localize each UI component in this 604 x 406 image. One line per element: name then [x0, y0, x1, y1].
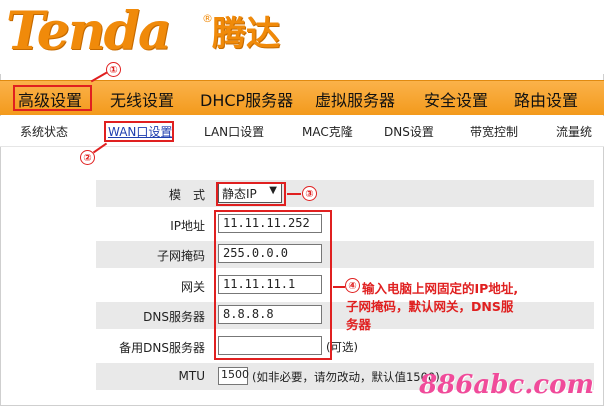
- marker-3: ③: [302, 186, 317, 201]
- row-mask: 子网掩码 255.0.0.0: [96, 241, 594, 268]
- menu-virtual-server[interactable]: 虚拟服务器: [315, 87, 395, 111]
- tab-system-status[interactable]: 系统状态: [20, 123, 68, 140]
- row-mode: 模 式 静态IP ▼: [96, 180, 594, 207]
- tab-bandwidth-control[interactable]: 带宽控制: [470, 123, 518, 140]
- row-dns2: 备用DNS服务器 (可选): [96, 333, 594, 360]
- gateway-label: 网关: [180, 280, 205, 294]
- mask-label: 子网掩码: [156, 249, 205, 263]
- tenda-logo: Tenda: [6, 1, 172, 62]
- tab-dns-settings[interactable]: DNS设置: [384, 123, 434, 140]
- menu-wireless[interactable]: 无线设置: [110, 87, 174, 111]
- marker-1: ①: [106, 62, 121, 77]
- mtu-field[interactable]: 1500: [218, 367, 249, 385]
- mtu-note: (如非必要，请勿改动，默认值1500): [252, 370, 440, 384]
- row-dns: DNS服务器 8.8.8.8: [96, 302, 594, 329]
- menu-security[interactable]: 安全设置: [424, 87, 488, 111]
- tab-traffic-stats[interactable]: 流量统: [556, 123, 592, 140]
- note4-line1: 输入电脑上网固定的IP地址,: [362, 281, 519, 296]
- ip-label: IP地址: [170, 219, 205, 233]
- watermark: 886abc.com: [419, 370, 594, 400]
- header: Tenda ® 腾达: [0, 0, 604, 74]
- note4-line2: 子网掩码，默认网关，DNS服: [346, 299, 514, 314]
- highlight-box-wan: [104, 121, 174, 142]
- dns-label: DNS服务器: [143, 310, 205, 324]
- note4-line3: 务器: [346, 317, 372, 332]
- marker-4: ④: [345, 278, 360, 293]
- tenda-cn-logo: 腾达: [212, 14, 280, 54]
- arrow-4: [333, 286, 345, 288]
- highlight-box-ip-fields: [214, 210, 332, 360]
- highlight-box-mode: [216, 182, 286, 206]
- menu-dhcp[interactable]: DHCP服务器: [200, 87, 293, 111]
- tab-lan-settings[interactable]: LAN口设置: [204, 123, 264, 140]
- tab-mac-clone[interactable]: MAC克隆: [302, 123, 353, 140]
- arrow-3: [287, 193, 301, 195]
- highlight-box-advanced: [13, 85, 92, 111]
- sub-menu: 系统状态 WAN口设置 LAN口设置 MAC克隆 DNS设置 带宽控制 流量统: [0, 116, 604, 147]
- menu-routing[interactable]: 路由设置: [514, 87, 578, 111]
- mode-label: 模 式: [168, 188, 205, 202]
- mtu-label: MTU: [178, 369, 205, 383]
- row-ip: IP地址 11.11.11.252: [96, 211, 594, 238]
- dns2-label: 备用DNS服务器: [119, 341, 205, 355]
